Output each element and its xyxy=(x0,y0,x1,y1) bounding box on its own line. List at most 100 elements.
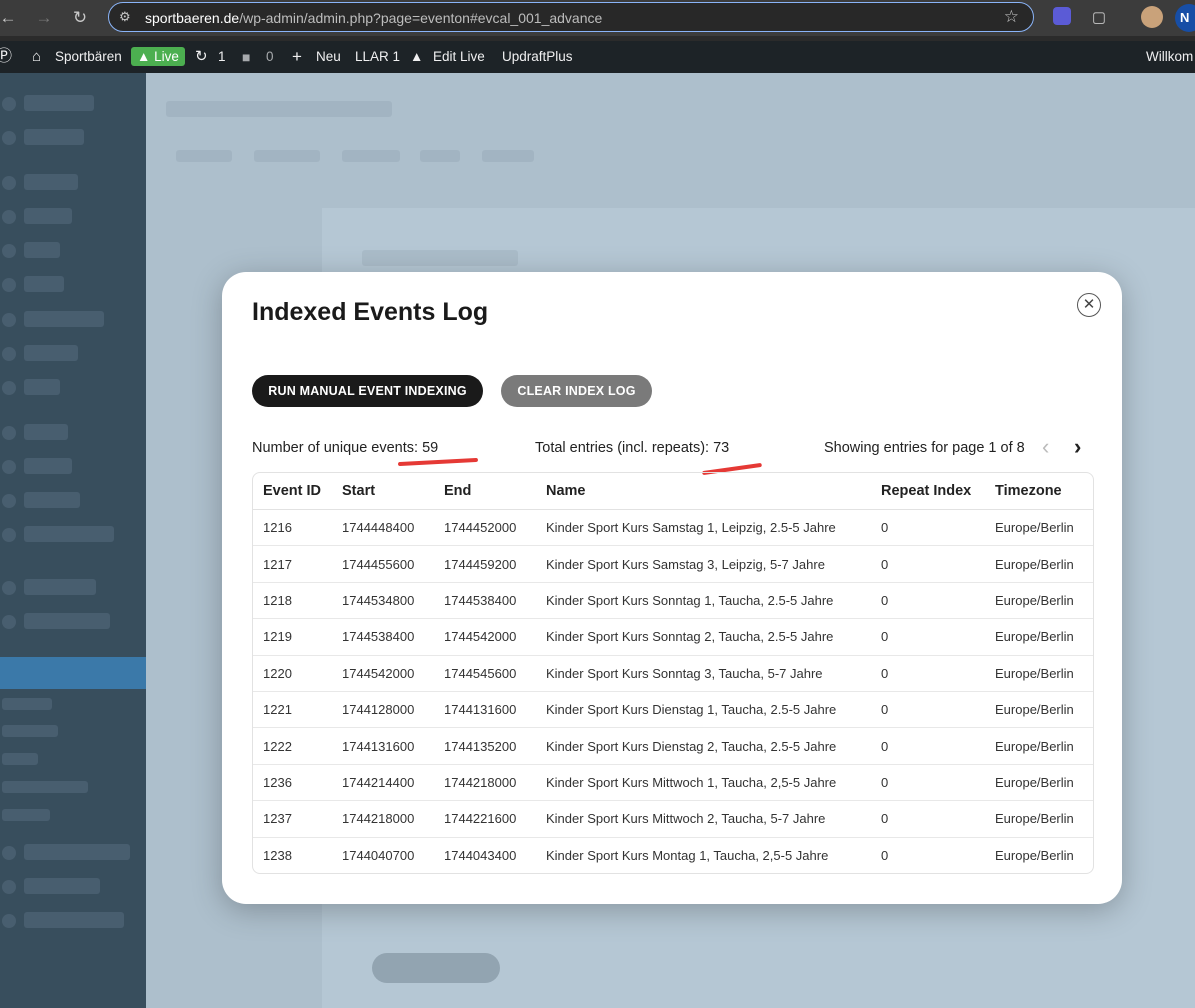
llar-link[interactable]: LLAR 1 xyxy=(355,41,400,73)
table-row: 1218 1744534800 1744538400 Kinder Sport Kur… xyxy=(253,582,1093,620)
table-cell: 1216 xyxy=(253,509,332,547)
table-cell: Europe/Berlin xyxy=(985,727,1093,765)
comments-count[interactable]: 0 xyxy=(266,41,274,73)
table-cell: 1744545600 xyxy=(434,655,536,692)
welcome-user-link[interactable]: Willkom xyxy=(1146,41,1193,73)
updates-icon[interactable]: ↻ xyxy=(195,41,208,73)
table-cell: 1236 xyxy=(253,764,332,802)
site-name-link[interactable]: Sportbären xyxy=(55,41,122,73)
table-row: 1220 1744542000 1744545600 Kinder Sport Kur… xyxy=(253,655,1093,692)
extension-icon[interactable] xyxy=(1053,7,1071,25)
table-cell: Europe/Berlin xyxy=(985,691,1093,729)
table-row: 1237 1744218000 1744221600 Kinder Sport Kur… xyxy=(253,800,1093,838)
table-cell: 1238 xyxy=(263,847,292,863)
table-cell: Kinder Sport Kurs Dienstag 2, Taucha, 2.… xyxy=(536,727,871,765)
table-cell: 1222 xyxy=(253,727,332,765)
table-cell: 1744459200 xyxy=(434,545,536,583)
live-badge-label: Live xyxy=(154,49,179,64)
table-row: 1217 1744455600 1744459200 Kinder Sport Kur… xyxy=(253,545,1093,583)
url-text[interactable]: sportbaeren.de/wp-admin/admin.php?page=e… xyxy=(145,10,602,26)
table-cell: 0 xyxy=(871,727,985,765)
site-settings-icon[interactable]: ⚙ xyxy=(119,9,131,25)
total-entries-count: Total entries (incl. repeats): 73 xyxy=(535,440,730,456)
column-header: Event ID xyxy=(253,473,332,510)
table-cell: 1744135200 xyxy=(434,727,536,765)
plus-icon[interactable]: + xyxy=(292,41,302,73)
column-header: Start xyxy=(332,473,434,510)
table-cell: 1221 xyxy=(253,691,332,729)
table-cell: 1744452000 xyxy=(434,509,536,547)
table-cell: Kinder Sport Kurs Samstag 3, Leipzig, 5-… xyxy=(536,545,871,583)
table-cell: Kinder Sport Kurs Dienstag 1, Taucha, 2.… xyxy=(536,691,871,729)
table-cell: Europe/Berlin xyxy=(985,764,1093,802)
extensions-puzzle-icon[interactable]: ▢ xyxy=(1087,6,1111,30)
bookmark-star-icon[interactable]: ☆ xyxy=(1004,7,1019,27)
unique-events-count: Number of unique events: 59 xyxy=(252,440,439,456)
table-row: 1222 1744131600 1744135200 Kinder Sport Kur… xyxy=(253,727,1093,765)
column-header: Name xyxy=(536,473,871,510)
forward-icon[interactable]: → xyxy=(32,6,56,30)
table-cell: 1217 xyxy=(253,545,332,583)
table-cell: Kinder Sport Kurs Samstag 1, Leipzig, 2.… xyxy=(536,509,871,547)
wordpress-logo-icon[interactable]: Ⓟ xyxy=(0,41,12,73)
events-table: Event ID Start End Name Repeat Index Tim… xyxy=(252,472,1094,874)
table-cell: 1744538400 xyxy=(434,582,536,620)
table-cell: 1744131600 xyxy=(332,727,434,765)
table-cell: 1744455600 xyxy=(332,545,434,583)
table-cell: 1744542000 xyxy=(332,655,434,692)
updates-count[interactable]: 1 xyxy=(218,41,226,73)
table-cell: 1744214400 xyxy=(332,764,434,802)
table-cell: 1744043400 xyxy=(444,847,517,863)
table-row: 1221 1744128000 1744131600 Kinder Sport Kur… xyxy=(253,691,1093,729)
column-header: Timezone xyxy=(985,473,1093,510)
table-cell: 0 xyxy=(871,618,985,656)
profile-button[interactable]: N xyxy=(1175,4,1195,32)
updraftplus-link[interactable]: UpdraftPlus xyxy=(502,41,573,73)
table-row: 1219 1744538400 1744542000 Kinder Sport Kur… xyxy=(253,618,1093,656)
table-row: 1236 1744214400 1744218000 Kinder Sport Kur… xyxy=(253,764,1093,802)
chevron-right-icon[interactable]: › xyxy=(1074,434,1081,460)
table-cell: 1218 xyxy=(253,582,332,620)
table-cell: Europe/Berlin xyxy=(995,847,1074,863)
table-body: 1216 1744448400 1744452000 Kinder Sport Kur… xyxy=(253,509,1093,873)
table-cell: 1744040700 xyxy=(342,847,415,863)
annotation-underline xyxy=(397,457,479,467)
reload-icon[interactable]: ↻ xyxy=(68,6,92,30)
table-cell: Europe/Berlin xyxy=(985,655,1093,692)
edit-live-icon: ▲ xyxy=(410,49,424,64)
llar-count: 1 xyxy=(392,49,401,64)
table-cell: 1744448400 xyxy=(332,509,434,547)
clear-index-log-button[interactable]: CLEAR INDEX LOG xyxy=(501,375,652,407)
table-cell: 1744534800 xyxy=(332,582,434,620)
live-badge[interactable]: ▲ Live xyxy=(131,41,185,73)
table-cell: 1744131600 xyxy=(434,691,536,729)
table-cell: 0 xyxy=(871,582,985,620)
table-cell: 1744538400 xyxy=(332,618,434,656)
table-cell: 0 xyxy=(871,545,985,583)
comments-icon[interactable]: ■ xyxy=(242,41,250,73)
table-cell: 1219 xyxy=(253,618,332,656)
chevron-left-icon[interactable]: ‹ xyxy=(1042,434,1049,460)
table-cell: Kinder Sport Kurs Montag 1, Taucha, 2,5-… xyxy=(546,847,829,863)
table-cell: Europe/Berlin xyxy=(985,618,1093,656)
table-cell: 1744542000 xyxy=(434,618,536,656)
edit-live-link[interactable]: Edit Live xyxy=(433,41,485,73)
table-cell: 0 xyxy=(871,509,985,547)
table-cell: Kinder Sport Kurs Mittwoch 1, Taucha, 2,… xyxy=(536,764,871,802)
table-cell: Kinder Sport Kurs Sonntag 3, Taucha, 5-7… xyxy=(536,655,871,692)
address-bar[interactable]: ⚙ sportbaeren.de/wp-admin/admin.php?page… xyxy=(108,2,1034,32)
new-link[interactable]: Neu xyxy=(316,41,341,73)
table-cell: 1220 xyxy=(253,655,332,692)
profile-avatar[interactable] xyxy=(1141,6,1163,28)
run-manual-indexing-button[interactable]: RUN MANUAL EVENT INDEXING xyxy=(252,375,483,407)
table-cell: 0 xyxy=(871,655,985,692)
close-icon[interactable]: ✕ xyxy=(1077,293,1101,317)
home-icon: ⌂ xyxy=(32,48,42,65)
back-icon[interactable]: ← xyxy=(0,6,20,30)
table-cell: Kinder Sport Kurs Mittwoch 2, Taucha, 5-… xyxy=(536,800,871,838)
table-cell: Europe/Berlin xyxy=(985,582,1093,620)
table-cell: Europe/Berlin xyxy=(985,545,1093,583)
table-cell: 1237 xyxy=(253,800,332,838)
table-cell: 1744218000 xyxy=(434,764,536,802)
indexed-events-modal: Indexed Events Log ✕ RUN MANUAL EVENT IN… xyxy=(222,272,1122,904)
